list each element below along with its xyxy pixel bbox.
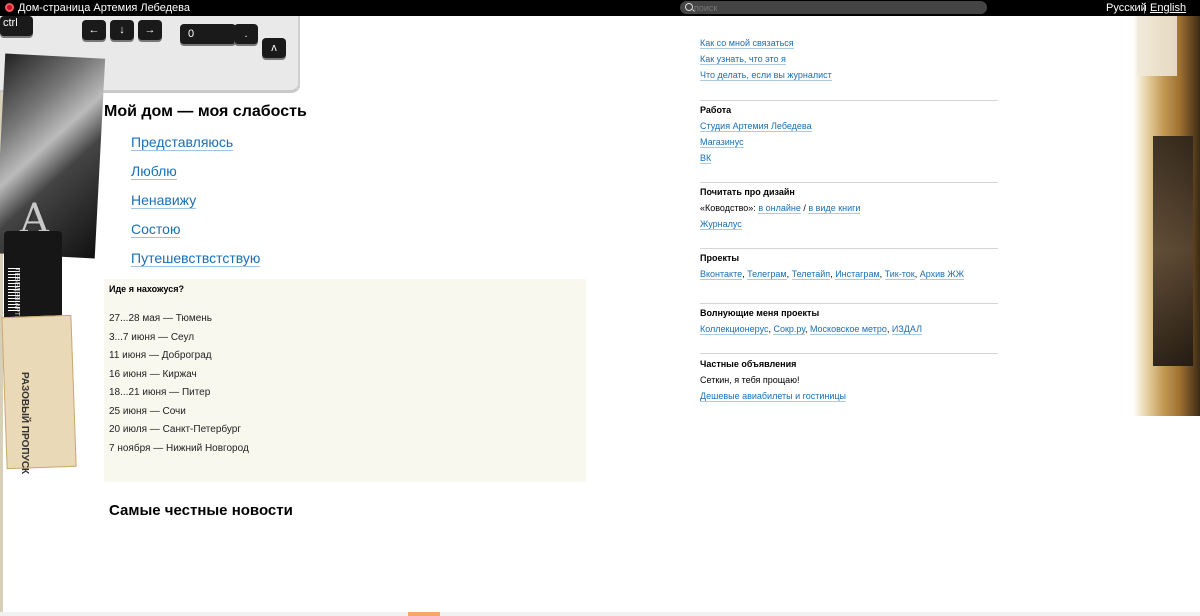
lang-english-link[interactable]: English [1150, 1, 1186, 15]
location-item: 11 июня — Доброград [109, 350, 212, 361]
sidebar-divider [700, 248, 998, 249]
exciting-link-sokr[interactable]: Сокр.ру [773, 324, 805, 335]
keyboard-key: . [234, 24, 258, 44]
sidebar-divider [700, 303, 998, 304]
projects-title: Проекты [700, 253, 740, 263]
page-title: Мой дом — моя слабость [104, 103, 307, 120]
nav-item: Люблю [131, 162, 260, 191]
location-item: 16 июня — Киржач [109, 368, 197, 380]
location-item: 3...7 июня — Сеул [109, 331, 195, 343]
project-link-telegram[interactable]: Телеграм [747, 269, 787, 280]
lang-separator: | [1143, 2, 1146, 14]
location-item: 20 июля — Санкт-Петербург [109, 424, 242, 435]
project-link-teletype[interactable]: Телетайп [791, 269, 831, 280]
main-navigation: Представляюсь Люблю Ненавижу Состою Путе… [131, 133, 261, 278]
design-online-link[interactable]: в онлайне [758, 203, 801, 214]
design-prefix: «Ководство»: [700, 203, 759, 213]
work-block: Работа Студия Артемия Лебедева Магазинус… [700, 102, 998, 166]
design-title: Почитать про дизайн [700, 187, 795, 197]
search-box[interactable] [680, 1, 987, 14]
logo-icon[interactable] [5, 3, 14, 12]
nav-item: Путешевствстствую [131, 249, 261, 278]
news-heading: Самые честные новости [109, 502, 293, 519]
studio-link[interactable]: Студия Артемия Лебедева [700, 121, 812, 132]
paper-tape [1137, 16, 1177, 76]
portrait-photo [0, 53, 106, 259]
search-icon [685, 3, 693, 11]
nav-item: Представляюсь [131, 133, 260, 162]
project-link-tiktok[interactable]: Тик-ток [884, 269, 915, 280]
location-item: 18...21 июня — Питер [109, 387, 211, 398]
right-decorative-collage [1133, 16, 1200, 416]
site-title-link[interactable]: Дом-страница Артемия Лебедева [18, 1, 190, 15]
design-book-link[interactable]: в виде книги [808, 203, 861, 214]
bottom-tab[interactable] [408, 612, 440, 616]
lang-russian: Русский [1106, 2, 1147, 14]
journalist-link[interactable]: Что делать, если вы журналист [700, 70, 832, 81]
nav-link-hate[interactable]: Ненавижу [131, 192, 197, 209]
project-link-instagram[interactable]: Инстаграм [835, 269, 880, 280]
sidebar-divider [700, 353, 998, 354]
exciting-link-collector[interactable]: Коллекционерус [700, 324, 769, 335]
location-list: 27...28 мая — Тюмень 3...7 июня — Сеул 1… [109, 310, 249, 458]
keyboard-key: ctrl [0, 16, 33, 36]
projects-block: Проекты Вконтакте, Телеграм, Телетайп, И… [700, 250, 998, 282]
top-bar: Дом-страница Артемия Лебедева Русский | … [0, 0, 1200, 16]
nav-item: Ненавижу [131, 191, 260, 220]
keyboard-key: 0 [180, 24, 236, 44]
nav-item: Состою [131, 220, 260, 249]
project-link-vk[interactable]: Вконтакте [700, 269, 743, 280]
keyboard-key: → [138, 20, 162, 40]
exciting-title: Волнующие меня проекты [700, 308, 820, 318]
ads-text: Сеткин, я тебя прощаю! [700, 375, 800, 385]
shop-link[interactable]: Магазинус [700, 137, 744, 148]
verify-link[interactable]: Как узнать, что это я [700, 54, 786, 65]
project-link-lj-archive[interactable]: Архив ЖЖ [919, 269, 965, 280]
search-input[interactable] [694, 1, 974, 14]
ads-block: Частные объявления Сеткин, я тебя прощаю… [700, 356, 998, 404]
pass-ticket [1, 314, 77, 470]
nav-link-love[interactable]: Люблю [131, 163, 177, 180]
contact-link[interactable]: Как со мной связаться [700, 38, 794, 49]
nav-link-introduce[interactable]: Представляюсь [131, 134, 234, 151]
exciting-link-metro[interactable]: Московское метро [809, 324, 887, 335]
work-title: Работа [700, 105, 732, 115]
contacts-block: Как со мной связаться Как узнать, что эт… [700, 35, 998, 83]
location-item: 25 июня — Сочи [109, 405, 186, 417]
pass-ticket-text: РАЗОВЫЙ ПРОПУСК [19, 372, 30, 475]
journal-link[interactable]: Журналус [700, 219, 742, 230]
ads-link[interactable]: Дешевые авиабилеты и гостиницы [700, 391, 847, 402]
nav-link-member[interactable]: Состою [131, 221, 181, 238]
exciting-projects-block: Волнующие меня проекты Коллекционерус, С… [700, 305, 998, 337]
location-title: Иде я нахожуся? [109, 284, 184, 294]
location-item: 27...28 мая — Тюмень [109, 313, 212, 324]
bottom-strip [0, 612, 1200, 616]
sidebar-divider [700, 182, 998, 183]
design-block: Почитать про дизайн «Ководство»: в онлай… [700, 184, 998, 232]
keyboard-key: ← [82, 20, 106, 40]
keyboard-key: ʌ [262, 38, 286, 58]
dark-photo-strip [1153, 136, 1193, 366]
vk-link[interactable]: ВК [700, 153, 712, 164]
exciting-link-izdal[interactable]: ИЗДАЛ [891, 324, 922, 335]
keyboard-key: ↓ [110, 20, 134, 40]
sidebar-divider [700, 100, 998, 101]
nav-link-travel[interactable]: Путешевствстствую [131, 250, 261, 267]
location-box: Иде я нахожуся? 27...28 мая — Тюмень 3..… [104, 279, 586, 482]
ads-title: Частные объявления [700, 359, 797, 369]
location-item: 7 ноября — Нижний Новгород [109, 442, 249, 454]
